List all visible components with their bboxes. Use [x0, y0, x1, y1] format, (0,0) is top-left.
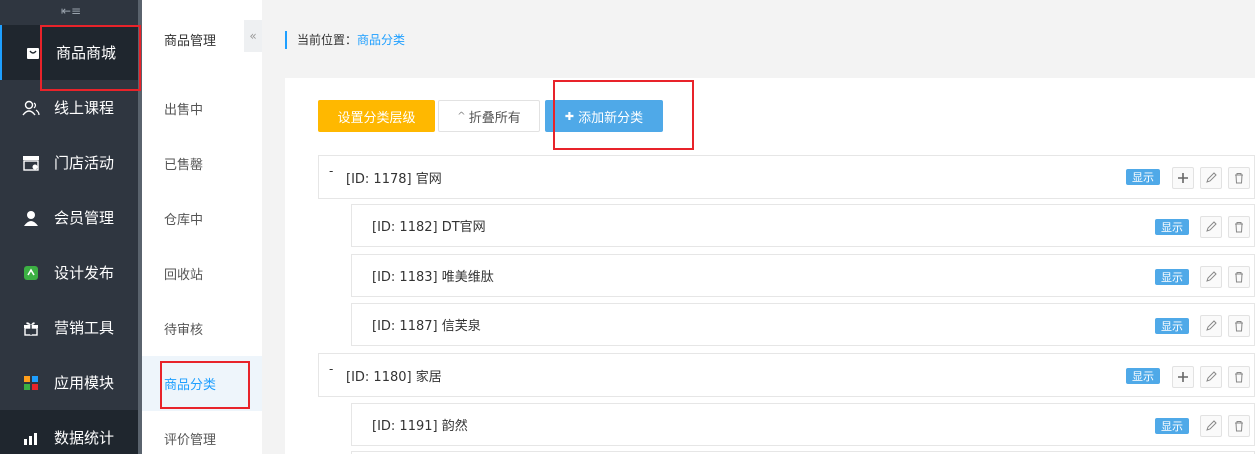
collapse-dash-icon[interactable]: - [329, 362, 333, 376]
add-child-icon[interactable] [1172, 366, 1194, 388]
delete-icon[interactable] [1228, 315, 1250, 337]
status-badge[interactable]: 显示 [1155, 318, 1189, 334]
category-panel: 设置分类层级 ^ 折叠所有 ✚ 添加新分类 - [ID: 1178] 官网 显示… [285, 78, 1255, 454]
nav-item-label: 营销工具 [54, 319, 115, 337]
collapse-all-button[interactable]: ^ 折叠所有 [438, 100, 540, 132]
set-level-button[interactable]: 设置分类层级 [318, 100, 435, 132]
status-badge[interactable]: 显示 [1155, 269, 1189, 285]
category-label: [ID: 1191] 韵然 [372, 419, 468, 434]
edit-icon[interactable] [1200, 266, 1222, 288]
sidebar-collapse-icon[interactable]: ⇤≡ [0, 0, 142, 22]
nav-item-design[interactable]: 设计发布 [0, 245, 138, 300]
nav-item-label: 数据统计 [54, 429, 115, 447]
collapse-dash-icon[interactable]: - [329, 164, 333, 178]
delete-icon[interactable] [1228, 415, 1250, 437]
category-label: [ID: 1187] 信芙泉 [372, 319, 481, 334]
highlight-box-shop [40, 25, 141, 91]
nav-item-marketing[interactable]: 营销工具 [0, 300, 138, 355]
delete-icon[interactable] [1228, 167, 1250, 189]
nav-item-stats[interactable]: 数据统计 [0, 410, 138, 454]
status-badge[interactable]: 显示 [1155, 418, 1189, 434]
sub-item-recycle[interactable]: 回收站 [142, 246, 262, 301]
collapse-all-label: 折叠所有 [468, 110, 521, 126]
stats-icon [22, 429, 40, 447]
status-badge[interactable]: 显示 [1126, 169, 1160, 185]
sub-item-pending[interactable]: 待审核 [142, 301, 262, 356]
nav-item-label: 会员管理 [54, 209, 115, 227]
status-badge[interactable]: 显示 [1155, 219, 1189, 235]
breadcrumb-prefix: 当前位置： [297, 33, 358, 47]
category-label: [ID: 1183] 唯美维肽 [372, 270, 494, 285]
sub-item-reviews[interactable]: 评价管理 [142, 411, 262, 454]
nav-item-apps[interactable]: 应用模块 [0, 355, 138, 410]
category-label: [ID: 1182] DT官网 [372, 220, 486, 235]
nav-item-label: 线上课程 [54, 99, 115, 117]
category-label: [ID: 1180] 家居 [346, 369, 442, 385]
breadcrumb: 当前位置：商品分类 [285, 31, 405, 49]
apps-icon [22, 374, 40, 392]
nav-item-label: 门店活动 [54, 154, 115, 172]
design-icon [22, 264, 40, 282]
status-badge[interactable]: 显示 [1126, 368, 1160, 384]
user-icon [22, 209, 40, 227]
delete-icon[interactable] [1228, 366, 1250, 388]
highlight-box-add [553, 80, 694, 150]
sub-item-sold-out[interactable]: 已售罄 [142, 136, 262, 191]
sub-item-on-sale[interactable]: 出售中 [142, 81, 262, 136]
category-row[interactable]: - [ID: 1178] 官网 显示 [318, 155, 1255, 199]
category-row[interactable]: [ID: 1182] DT官网 显示 [351, 204, 1255, 247]
delete-icon[interactable] [1228, 216, 1250, 238]
delete-icon[interactable] [1228, 266, 1250, 288]
category-label: [ID: 1178] 官网 [346, 171, 442, 187]
nav-item-members[interactable]: 会员管理 [0, 190, 138, 245]
nav-item-store-events[interactable]: 门店活动 [0, 135, 138, 190]
category-row[interactable]: - [ID: 1180] 家居 显示 [318, 353, 1255, 397]
collapse-submenu-icon[interactable]: « [244, 20, 262, 52]
edit-icon[interactable] [1200, 366, 1222, 388]
sub-item-warehouse[interactable]: 仓库中 [142, 191, 262, 246]
category-row[interactable]: [ID: 1191] 韵然 显示 [351, 403, 1255, 446]
edit-icon[interactable] [1200, 167, 1222, 189]
nav-item-label: 应用模块 [54, 374, 115, 392]
category-row[interactable]: [ID: 1187] 信芙泉 显示 [351, 303, 1255, 346]
gift-icon [22, 319, 40, 337]
sub-menu-title: 商品管理 [164, 34, 217, 49]
chevron-up-icon: ^ [457, 110, 466, 122]
nav-item-label: 设计发布 [54, 264, 115, 282]
user-group-icon [22, 99, 40, 117]
add-child-icon[interactable] [1172, 167, 1194, 189]
store-icon [22, 154, 40, 172]
edit-icon[interactable] [1200, 415, 1222, 437]
breadcrumb-current[interactable]: 商品分类 [357, 33, 405, 47]
category-row[interactable]: [ID: 1183] 唯美维肽 显示 [351, 254, 1255, 297]
edit-icon[interactable] [1200, 315, 1222, 337]
edit-icon[interactable] [1200, 216, 1222, 238]
highlight-box-category [160, 361, 250, 409]
